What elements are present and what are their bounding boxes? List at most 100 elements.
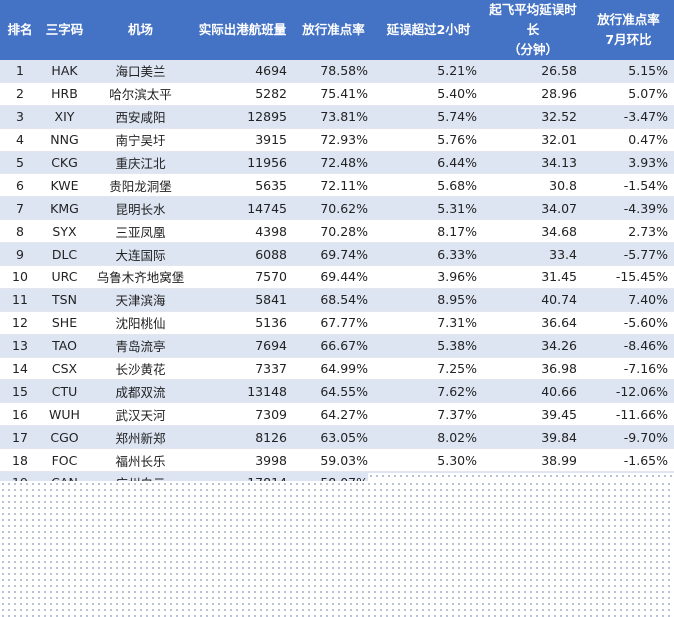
cell-rank[interactable]: 2 xyxy=(0,82,40,106)
cell-on-time-rate[interactable]: 69.74% xyxy=(293,242,374,267)
cell-avg-delay[interactable]: 36.64 xyxy=(483,311,583,335)
table-row[interactable]: 18 FOC 福州长乐 3998 59.03% 5.30% 38.99 -1.65% xyxy=(0,448,674,473)
cell-iata-code[interactable]: HAK xyxy=(40,60,89,83)
cell-iata-code[interactable]: HRB xyxy=(40,82,89,106)
cell-iata-code[interactable]: XIY xyxy=(40,105,89,129)
cell-departures[interactable]: 7337 xyxy=(192,357,293,381)
cell-on-time-rate[interactable]: 75.41% xyxy=(293,82,374,106)
cell-departures[interactable]: 4694 xyxy=(192,60,293,83)
cell-avg-delay[interactable]: 28.96 xyxy=(483,82,583,106)
cell-avg-delay[interactable]: 34.68 xyxy=(483,219,583,244)
cell-delay-over-2h[interactable]: 5.40% xyxy=(374,82,483,106)
cell-on-time-rate[interactable]: 64.27% xyxy=(293,402,374,427)
cell-departures[interactable]: 11956 xyxy=(192,151,293,175)
cell-mom-change[interactable]: 2.73% xyxy=(583,219,674,244)
cell-airport[interactable]: 沈阳桃仙 xyxy=(89,311,192,335)
cell-avg-delay[interactable]: 40.74 xyxy=(483,288,583,312)
cell-rank[interactable]: 8 xyxy=(0,219,40,244)
cell-on-time-rate[interactable]: 63.05% xyxy=(293,425,374,450)
cell-airport[interactable]: 成都双流 xyxy=(89,379,192,404)
cell-mom-change[interactable]: -12.06% xyxy=(583,379,674,404)
cell-avg-delay[interactable]: 33.4 xyxy=(483,242,583,267)
table-row[interactable]: 12 SHE 沈阳桃仙 5136 67.77% 7.31% 36.64 -5.60% xyxy=(0,311,674,335)
cell-iata-code[interactable]: URC xyxy=(40,265,89,289)
cell-delay-over-2h[interactable]: 3.96% xyxy=(374,265,483,289)
cell-departures[interactable]: 5282 xyxy=(192,82,293,106)
table-row[interactable]: 11 TSN 天津滨海 5841 68.54% 8.95% 40.74 7.40% xyxy=(0,288,674,312)
cell-rank[interactable]: 10 xyxy=(0,265,40,289)
table-row[interactable]: 8 SYX 三亚凤凰 4398 70.28% 8.17% 34.68 2.73% xyxy=(0,219,674,244)
cell-departures[interactable]: 3915 xyxy=(192,128,293,152)
cell-departures[interactable]: 8126 xyxy=(192,425,293,450)
cell-on-time-rate[interactable]: 59.03% xyxy=(293,448,374,473)
cell-iata-code[interactable]: WUH xyxy=(40,402,89,427)
cell-rank[interactable]: 12 xyxy=(0,311,40,335)
cell-delay-over-2h[interactable]: 5.38% xyxy=(374,334,483,358)
cell-airport[interactable]: 大连国际 xyxy=(89,242,192,267)
table-row[interactable]: 16 WUH 武汉天河 7309 64.27% 7.37% 39.45 -11.66% xyxy=(0,402,674,427)
cell-airport[interactable]: 乌鲁木齐地窝堡 xyxy=(89,265,192,289)
cell-avg-delay[interactable]: 40.66 xyxy=(483,379,583,404)
cell-mom-change[interactable]: -15.45% xyxy=(583,265,674,289)
cell-mom-change[interactable]: 5.15% xyxy=(583,60,674,83)
cell-departures[interactable]: 5136 xyxy=(192,311,293,335)
cell-iata-code[interactable]: DLC xyxy=(40,242,89,267)
cell-delay-over-2h[interactable]: 5.68% xyxy=(374,173,483,198)
cell-delay-over-2h[interactable]: 8.95% xyxy=(374,288,483,312)
cell-avg-delay[interactable]: 31.45 xyxy=(483,265,583,289)
cell-delay-over-2h[interactable]: 5.30% xyxy=(374,448,483,473)
cell-departures[interactable]: 7309 xyxy=(192,402,293,427)
cell-departures[interactable]: 7570 xyxy=(192,265,293,289)
cell-rank[interactable]: 7 xyxy=(0,196,40,221)
cell-avg-delay[interactable]: 32.52 xyxy=(483,105,583,129)
cell-on-time-rate[interactable]: 68.54% xyxy=(293,288,374,312)
cell-airport[interactable]: 哈尔滨太平 xyxy=(89,82,192,106)
cell-mom-change[interactable]: 3.93% xyxy=(583,151,674,175)
cell-departures[interactable]: 3998 xyxy=(192,448,293,473)
cell-mom-change[interactable]: -8.46% xyxy=(583,334,674,358)
cell-on-time-rate[interactable]: 64.99% xyxy=(293,357,374,381)
cell-delay-over-2h[interactable]: 7.37% xyxy=(374,402,483,427)
cell-iata-code[interactable]: FOC xyxy=(40,448,89,473)
cell-departures[interactable]: 7694 xyxy=(192,334,293,358)
cell-iata-code[interactable]: KWE xyxy=(40,173,89,198)
cell-avg-delay[interactable]: 38.99 xyxy=(483,448,583,473)
cell-iata-code[interactable]: CSX xyxy=(40,357,89,381)
cell-departures[interactable]: 12895 xyxy=(192,105,293,129)
cell-avg-delay[interactable]: 32.01 xyxy=(483,128,583,152)
cell-delay-over-2h[interactable]: 6.44% xyxy=(374,151,483,175)
cell-airport[interactable]: 海口美兰 xyxy=(89,60,192,83)
cell-rank[interactable]: 5 xyxy=(0,151,40,175)
table-row[interactable]: 4 NNG 南宁吴圩 3915 72.93% 5.76% 32.01 0.47% xyxy=(0,128,674,152)
cell-rank[interactable]: 3 xyxy=(0,105,40,129)
cell-iata-code[interactable]: SYX xyxy=(40,219,89,244)
cell-departures[interactable]: 6088 xyxy=(192,242,293,267)
cell-departures[interactable]: 5841 xyxy=(192,288,293,312)
cell-airport[interactable]: 武汉天河 xyxy=(89,402,192,427)
cell-mom-change[interactable]: -7.16% xyxy=(583,357,674,381)
cell-avg-delay[interactable]: 36.98 xyxy=(483,357,583,381)
cell-mom-change[interactable]: -4.39% xyxy=(583,196,674,221)
cell-on-time-rate[interactable]: 72.93% xyxy=(293,128,374,152)
cell-delay-over-2h[interactable]: 8.02% xyxy=(374,425,483,450)
cell-departures[interactable]: 13148 xyxy=(192,379,293,404)
cell-on-time-rate[interactable]: 66.67% xyxy=(293,334,374,358)
table-row[interactable]: 6 KWE 贵阳龙洞堡 5635 72.11% 5.68% 30.8 -1.54% xyxy=(0,173,674,198)
cell-delay-over-2h[interactable]: 5.21% xyxy=(374,60,483,83)
table-row[interactable]: 17 CGO 郑州新郑 8126 63.05% 8.02% 39.84 -9.70% xyxy=(0,425,674,450)
cell-rank[interactable]: 6 xyxy=(0,173,40,198)
cell-on-time-rate[interactable]: 64.55% xyxy=(293,379,374,404)
cell-delay-over-2h[interactable]: 5.74% xyxy=(374,105,483,129)
column-header-delay-over-2h[interactable]: 延误超过2小时 xyxy=(374,0,483,60)
table-row[interactable]: 2 HRB 哈尔滨太平 5282 75.41% 5.40% 28.96 5.07% xyxy=(0,82,674,106)
column-header-on-time-rate[interactable]: 放行准点率 xyxy=(293,0,374,60)
cell-mom-change[interactable]: -1.65% xyxy=(583,448,674,473)
cell-delay-over-2h[interactable]: 5.76% xyxy=(374,128,483,152)
cell-on-time-rate[interactable]: 72.48% xyxy=(293,151,374,175)
cell-mom-change[interactable]: 5.07% xyxy=(583,82,674,106)
cell-airport[interactable]: 昆明长水 xyxy=(89,196,192,221)
cell-mom-change[interactable]: -5.77% xyxy=(583,242,674,267)
column-header-airport[interactable]: 机场 xyxy=(89,0,192,60)
cell-iata-code[interactable]: KMG xyxy=(40,196,89,221)
cell-avg-delay[interactable]: 39.84 xyxy=(483,425,583,450)
